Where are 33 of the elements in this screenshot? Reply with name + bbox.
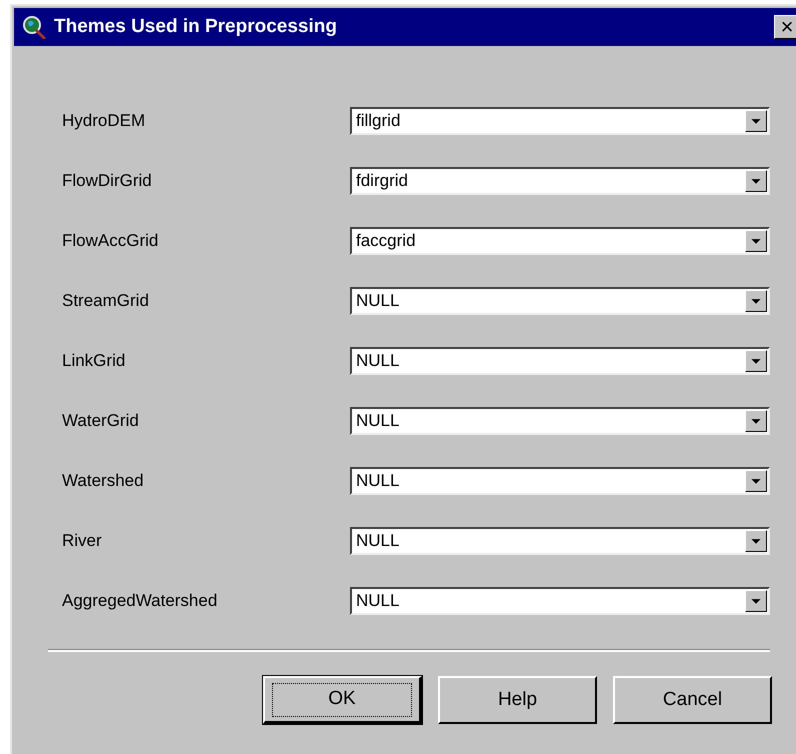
dropdown-value: fdirgrid — [355, 170, 409, 192]
dropdown[interactable]: NULL — [350, 467, 770, 495]
dropdown[interactable]: fdirgrid — [350, 167, 770, 195]
field-label: HydroDEM — [62, 110, 146, 132]
dropdown[interactable]: NULL — [350, 407, 770, 435]
field-label: River — [62, 530, 103, 552]
field-label: FlowDirGrid — [62, 170, 153, 192]
dropdown-value: NULL — [355, 590, 400, 612]
dropdown[interactable]: NULL — [350, 587, 770, 615]
field-label: LinkGrid — [62, 350, 126, 372]
dropdown-value: NULL — [355, 410, 400, 432]
dialog-button[interactable]: OK — [263, 676, 422, 724]
close-button[interactable]: × — [774, 15, 796, 39]
field-label: StreamGrid — [62, 290, 150, 312]
dropdown[interactable]: NULL — [350, 287, 770, 315]
field-label: FlowAccGrid — [62, 230, 160, 252]
field-label: Watershed — [62, 470, 145, 492]
dropdown-value: NULL — [355, 470, 400, 492]
dialog-button[interactable]: Help — [438, 676, 597, 724]
dropdown-value: NULL — [355, 350, 400, 372]
dropdown[interactable]: NULL — [350, 527, 770, 555]
dropdown-value: NULL — [355, 290, 400, 312]
window-title: Themes Used in Preprocessing — [54, 14, 337, 39]
field-label: WaterGrid — [62, 410, 140, 432]
globe-magnifier-icon — [22, 15, 46, 39]
dropdown-value: faccgrid — [355, 230, 417, 252]
dropdown[interactable]: faccgrid — [350, 227, 770, 255]
dropdown-value: NULL — [355, 530, 400, 552]
dialog-button[interactable]: Cancel — [613, 676, 772, 724]
dropdown[interactable]: NULL — [350, 347, 770, 375]
dropdown[interactable]: fillgrid — [350, 107, 770, 135]
dropdown-value: fillgrid — [355, 110, 402, 132]
field-label: AggregedWatershed — [62, 590, 218, 612]
